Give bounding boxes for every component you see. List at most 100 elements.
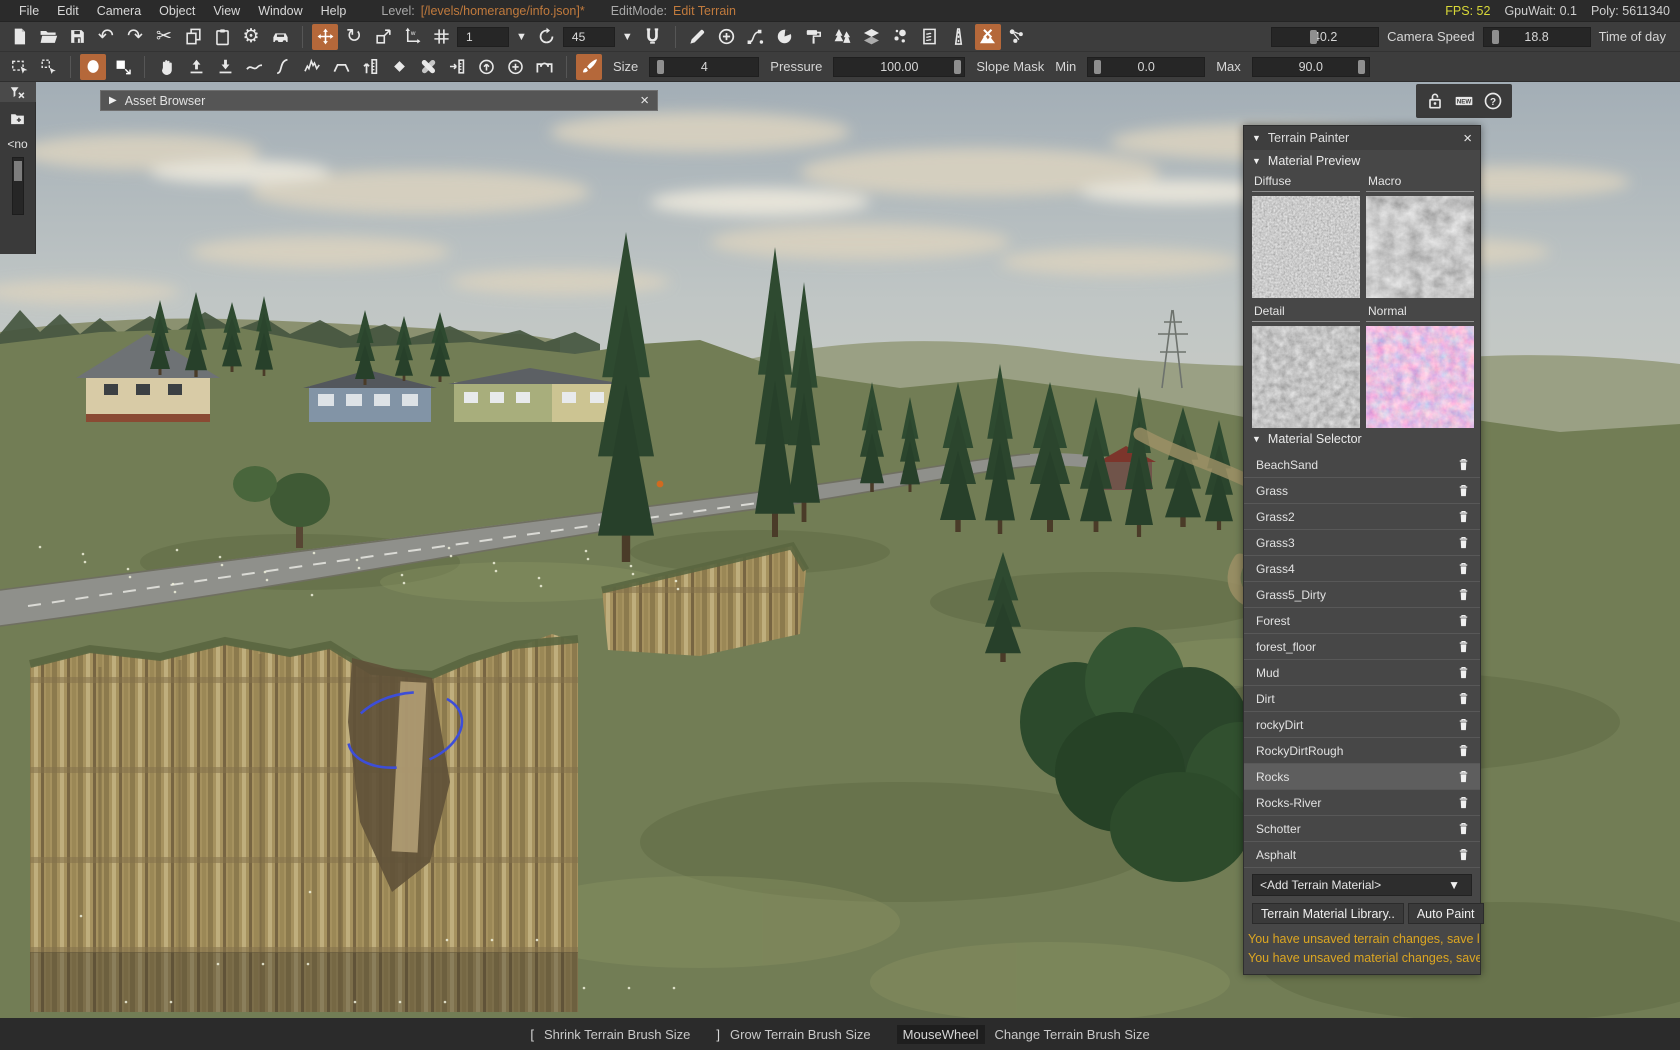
brush-ellipse-button[interactable] <box>80 53 106 80</box>
noise-tool-button[interactable] <box>299 54 325 80</box>
material-row-asphalt[interactable]: Asphalt <box>1244 842 1480 868</box>
material-row-beachsand[interactable]: BeachSand <box>1244 452 1480 478</box>
paint-roller-button[interactable] <box>801 24 827 50</box>
menu-view[interactable]: View <box>204 4 249 18</box>
trash-icon[interactable] <box>1456 457 1471 472</box>
triangle-down-icon[interactable]: ▼ <box>1252 156 1261 166</box>
rotate-tool-button[interactable]: ↻ <box>341 24 367 50</box>
smooth-tool-button[interactable] <box>241 54 267 80</box>
scale-tool-button[interactable] <box>370 24 396 50</box>
add-folder-button[interactable] <box>9 110 26 127</box>
macro-thumbnail[interactable] <box>1366 196 1474 298</box>
diffuse-thumbnail[interactable] <box>1252 196 1360 298</box>
mesh-nodes-tool-button[interactable] <box>1004 24 1030 50</box>
copy-button[interactable] <box>180 24 206 50</box>
menu-object[interactable]: Object <box>150 4 204 18</box>
vehicle-button[interactable] <box>267 24 293 50</box>
menu-edit[interactable]: Edit <box>48 4 88 18</box>
trash-icon[interactable] <box>1456 821 1471 836</box>
menu-file[interactable]: File <box>10 4 48 18</box>
close-icon[interactable]: × <box>640 93 649 108</box>
open-folder-button[interactable] <box>35 24 61 50</box>
translate-tool-button[interactable] <box>312 23 338 50</box>
trash-icon[interactable] <box>1456 483 1471 498</box>
slider-handle[interactable] <box>13 161 22 181</box>
new-badge-icon[interactable]: NEW <box>1454 91 1474 111</box>
trash-icon[interactable] <box>1456 509 1471 524</box>
material-row-grass4[interactable]: Grass4 <box>1244 556 1480 582</box>
select-tool-button[interactable] <box>6 54 32 80</box>
slider-handle[interactable] <box>1358 59 1366 74</box>
save-file-button[interactable] <box>64 24 90 50</box>
trash-icon[interactable] <box>1456 795 1471 810</box>
trash-icon[interactable] <box>1456 587 1471 602</box>
forest-tool-button[interactable] <box>830 24 856 50</box>
normal-thumbnail[interactable] <box>1366 326 1474 428</box>
flatten-tool-button[interactable] <box>328 54 354 80</box>
sphere-tool-button[interactable] <box>772 24 798 50</box>
brush-add2-tool-button[interactable] <box>502 54 528 80</box>
asset-browser-bar[interactable]: ▶ Asset Browser × <box>100 90 658 111</box>
material-row-forest[interactable]: Forest <box>1244 608 1480 634</box>
material-row-grass3[interactable]: Grass3 <box>1244 530 1480 556</box>
triangle-down-icon[interactable]: ▼ <box>1252 133 1261 143</box>
help-icon[interactable]: ? <box>1483 91 1503 111</box>
undo-button[interactable]: ↶ <box>93 24 119 50</box>
trash-icon[interactable] <box>1456 691 1471 706</box>
slope-tool-button[interactable] <box>270 54 296 80</box>
auto-paint-button[interactable]: Auto Paint <box>1407 903 1484 924</box>
menu-window[interactable]: Window <box>249 4 311 18</box>
slider-handle[interactable] <box>953 59 961 74</box>
set-height-tool-button[interactable] <box>357 54 383 80</box>
triangle-right-icon[interactable]: ▶ <box>109 95 117 106</box>
terrain-painter-tool-button[interactable] <box>974 23 1001 50</box>
triangle-down-icon[interactable]: ▼ <box>1252 434 1261 444</box>
redo-button[interactable]: ↷ <box>122 24 148 50</box>
menu-help[interactable]: Help <box>312 4 356 18</box>
material-preview-header[interactable]: ▼ Material Preview <box>1244 150 1480 172</box>
material-row-grass5_dirty[interactable]: Grass5_Dirty <box>1244 582 1480 608</box>
trash-icon[interactable] <box>1456 535 1471 550</box>
rotate-snap-input[interactable]: 45 <box>562 26 615 47</box>
material-row-forest_floor[interactable]: forest_floor <box>1244 634 1480 660</box>
lock-icon[interactable] <box>1425 91 1445 111</box>
trash-icon[interactable] <box>1456 561 1471 576</box>
lower-height-tool-button[interactable] <box>212 54 238 80</box>
settings-button[interactable]: ⚙ <box>238 24 264 50</box>
cut-button[interactable]: ✂ <box>151 24 177 50</box>
draw-pencil-button[interactable] <box>685 24 711 50</box>
road-tool-button[interactable] <box>946 24 972 50</box>
terrain-painter-header[interactable]: ▼ Terrain Painter × <box>1244 126 1480 150</box>
material-selector-header[interactable]: ▼ Material Selector <box>1244 428 1480 450</box>
world-axis-button[interactable]: w <box>399 24 425 50</box>
paint-material-tool-button[interactable] <box>576 53 602 80</box>
trash-icon[interactable] <box>1456 639 1471 654</box>
material-row-dirt[interactable]: Dirt <box>1244 686 1480 712</box>
camera-speed-slider[interactable]: 40.2 <box>1271 26 1380 47</box>
trash-icon[interactable] <box>1456 717 1471 732</box>
material-row-schotter[interactable]: Schotter <box>1244 816 1480 842</box>
material-row-grass[interactable]: Grass <box>1244 478 1480 504</box>
close-icon[interactable]: × <box>1463 131 1472 146</box>
time-of-day-slider[interactable]: 18.8 <box>1482 26 1591 47</box>
trash-icon[interactable] <box>1456 769 1471 784</box>
paste-button[interactable] <box>209 24 235 50</box>
pressure-slider[interactable]: 100.00 <box>833 56 966 77</box>
trash-icon[interactable] <box>1456 665 1471 680</box>
brush-size-slider[interactable]: 4 <box>649 56 760 77</box>
menu-camera[interactable]: Camera <box>88 4 150 18</box>
brush-square-button[interactable] <box>109 54 135 80</box>
material-row-rockydirtrough[interactable]: RockyDirtRough <box>1244 738 1480 764</box>
grab-terrain-tool-button[interactable] <box>154 54 180 80</box>
erase-layer-tool-button[interactable] <box>386 54 412 80</box>
blend-tool-button[interactable] <box>415 54 441 80</box>
rotate-snap-button[interactable] <box>534 24 560 50</box>
slider-handle[interactable] <box>1094 59 1101 74</box>
slider-handle[interactable] <box>1310 29 1318 44</box>
raise-height-tool-button[interactable] <box>183 54 209 80</box>
terrain-magnet-button[interactable] <box>640 24 666 50</box>
filter-clear-button[interactable] <box>0 82 36 102</box>
mesh-road-tool-button[interactable] <box>859 24 885 50</box>
add-terrain-material-dropdown[interactable]: <Add Terrain Material> ▼ <box>1252 874 1472 896</box>
brush-add-tool-button[interactable] <box>473 54 499 80</box>
